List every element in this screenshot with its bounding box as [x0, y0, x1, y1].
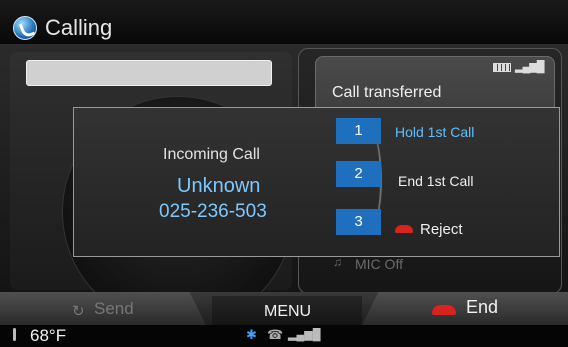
send-icon: ↻	[72, 303, 85, 320]
reject-phone-icon	[395, 225, 413, 233]
end-button[interactable]	[362, 292, 568, 325]
thermometer-icon	[13, 328, 16, 341]
bluetooth-icon: ✱	[246, 327, 257, 342]
option-2-number[interactable]: 2	[336, 161, 381, 187]
phone-icon: ☎	[267, 327, 284, 342]
option-1-number[interactable]: 1	[336, 118, 381, 144]
mic-off-label: MIC Off	[355, 256, 403, 272]
incoming-call-dialog	[73, 107, 560, 257]
signal-icon: ▂▄▆█	[515, 61, 544, 73]
hold-first-call-option[interactable]: Hold 1st Call	[395, 124, 474, 140]
end-label: End	[466, 297, 499, 317]
signal-icon: ▂▄▆█	[288, 329, 321, 341]
call-status-text: Call transferred	[332, 84, 442, 101]
page-title: Calling	[45, 15, 113, 40]
mic-off-icon: ♫	[333, 255, 342, 269]
battery-icon	[493, 63, 511, 72]
reject-option[interactable]: Reject	[420, 221, 463, 238]
end-call-icon	[432, 305, 456, 315]
outside-temperature: 68°F	[30, 326, 67, 345]
phone-app-icon	[13, 16, 37, 40]
incoming-call-title: Incoming Call	[163, 146, 260, 163]
option-3-number[interactable]: 3	[336, 209, 381, 235]
end-first-call-option[interactable]: End 1st Call	[398, 173, 473, 189]
caller-number: 025-236-503	[159, 201, 267, 222]
contact-name-field	[26, 60, 272, 86]
menu-label: MENU	[264, 303, 312, 320]
send-label: Send	[94, 299, 134, 318]
status-bar	[0, 325, 568, 347]
caller-name: Unknown	[177, 175, 261, 197]
